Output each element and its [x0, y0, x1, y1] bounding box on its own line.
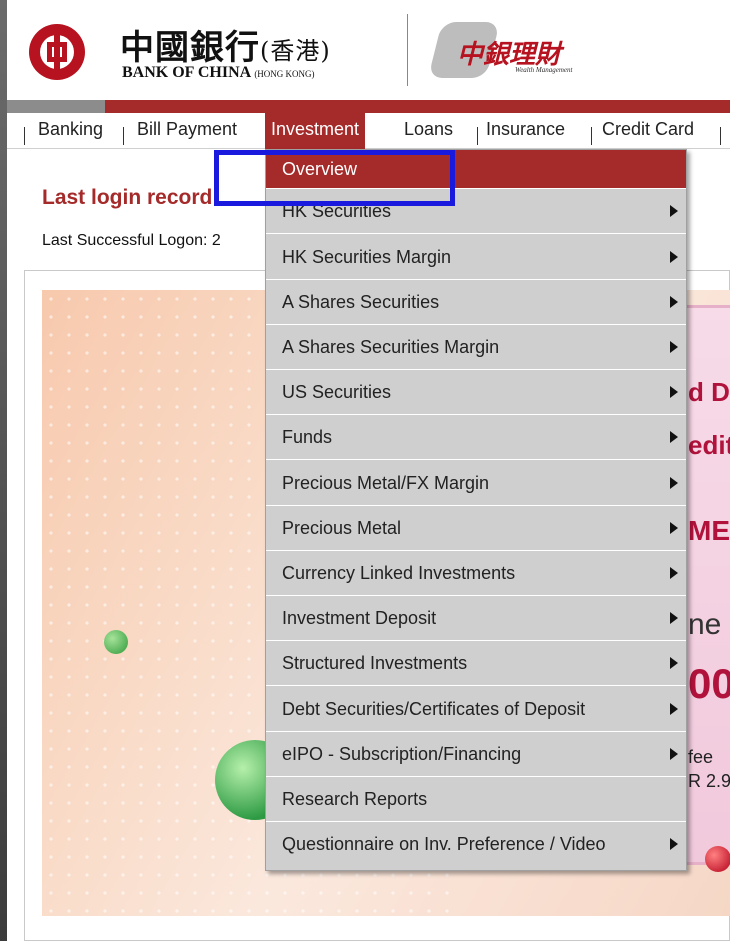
menu-item-questionnaire[interactable]: Questionnaire on Inv. Preference / Video [266, 822, 686, 867]
submenu-arrow-icon [670, 431, 678, 443]
main-nav: Banking Bill Payment Investment Loans In… [7, 113, 730, 149]
submenu-arrow-icon [670, 296, 678, 308]
menu-item-label: Investment Deposit [282, 608, 437, 628]
banner-text-1: d D [688, 377, 730, 407]
wealth-management-logo[interactable]: 中銀理財 Wealth Management [428, 14, 575, 84]
menu-item-a-shares-securities[interactable]: A Shares Securities [266, 280, 686, 325]
menu-item-precious-metal[interactable]: Precious Metal [266, 506, 686, 551]
brand-name-chinese: 中國銀行(香港) [120, 28, 331, 68]
nav-tab-loans[interactable]: Loans [398, 113, 459, 149]
nav-tab-banking[interactable]: Banking [32, 113, 109, 149]
submenu-arrow-icon [670, 205, 678, 217]
submenu-arrow-icon [670, 386, 678, 398]
submenu-arrow-icon [670, 657, 678, 669]
menu-item-label: A Shares Securities [282, 292, 440, 312]
menu-item-funds[interactable]: Funds [266, 415, 686, 460]
menu-item-label: eIPO - Subscription/Financing [282, 744, 522, 764]
nav-tab-bill-payment[interactable]: Bill Payment [131, 113, 243, 149]
nav-tab-credit-card[interactable]: Credit Card [596, 113, 700, 149]
menu-item-precious-metal-fx-margin[interactable]: Precious Metal/FX Margin [266, 461, 686, 506]
nav-top-bar [7, 100, 730, 113]
menu-item-label: Currency Linked Investments [282, 563, 516, 583]
left-window-edge [0, 0, 7, 941]
header-divider [407, 14, 408, 86]
submenu-arrow-icon [670, 612, 678, 624]
bank-of-china-logo-icon[interactable] [29, 24, 85, 80]
menu-item-label: HK Securities Margin [282, 247, 452, 267]
submenu-arrow-icon [670, 477, 678, 489]
nav-separator [123, 127, 124, 145]
menu-item-label: Debt Securities/Certificates of Deposit [282, 699, 586, 719]
submenu-arrow-icon [670, 703, 678, 715]
nav-tab-insurance[interactable]: Insurance [480, 113, 571, 149]
banner-text-3: ME [688, 515, 730, 546]
submenu-arrow-icon [670, 522, 678, 534]
nav-top-bar-gray [7, 100, 105, 113]
red-ball [705, 846, 730, 872]
menu-item-structured-investments[interactable]: Structured Investments [266, 641, 686, 686]
green-ball-small [104, 630, 128, 654]
site-header: 中國銀行(香港) BANK OF CHINA (HONG KONG) 中銀理財 … [7, 0, 730, 100]
submenu-arrow-icon [670, 838, 678, 850]
menu-item-a-shares-securities-margin[interactable]: A Shares Securities Margin [266, 325, 686, 370]
last-login-title: Last login record [42, 186, 213, 209]
menu-item-label: Questionnaire on Inv. Preference / Video [282, 834, 606, 854]
submenu-arrow-icon [670, 567, 678, 579]
banner-text-5: 00 [688, 660, 730, 707]
banner-text-6: fee [688, 747, 714, 767]
banner-text-2: edit [688, 430, 730, 460]
menu-item-label: A Shares Securities Margin [282, 337, 500, 357]
submenu-arrow-icon [670, 341, 678, 353]
submenu-arrow-icon [670, 251, 678, 263]
menu-item-eipo[interactable]: eIPO - Subscription/Financing [266, 732, 686, 777]
brand-name-english: BANK OF CHINA (HONG KONG) [122, 64, 315, 81]
last-login-text: Last Successful Logon: 2 [42, 232, 221, 249]
submenu-arrow-icon [670, 748, 678, 760]
menu-item-hk-securities-margin[interactable]: HK Securities Margin [266, 235, 686, 280]
nav-separator [24, 127, 25, 145]
menu-item-us-securities[interactable]: US Securities [266, 370, 686, 415]
nav-tab-investment[interactable]: Investment [265, 113, 366, 149]
nav-separator [591, 127, 592, 145]
menu-item-label: US Securities [282, 382, 392, 402]
menu-item-label: Precious Metal/FX Margin [282, 473, 490, 493]
menu-item-label: Research Reports [282, 789, 428, 809]
menu-item-research-reports[interactable]: Research Reports [266, 777, 686, 822]
banner-text-7: R 2.9 [688, 771, 730, 791]
menu-item-label: Funds [282, 427, 333, 447]
highlight-box [214, 150, 455, 206]
menu-item-label: Precious Metal [282, 518, 402, 538]
investment-dropdown-menu: Overview HK Securities HK Securities Mar… [265, 149, 687, 871]
menu-item-label: Structured Investments [282, 653, 468, 673]
banner-text-4: ne [688, 608, 722, 641]
nav-separator [720, 127, 721, 145]
menu-item-currency-linked-investments[interactable]: Currency Linked Investments [266, 551, 686, 596]
nav-separator [477, 127, 478, 145]
menu-item-investment-deposit[interactable]: Investment Deposit [266, 596, 686, 641]
menu-item-debt-securities[interactable]: Debt Securities/Certificates of Deposit [266, 687, 686, 732]
